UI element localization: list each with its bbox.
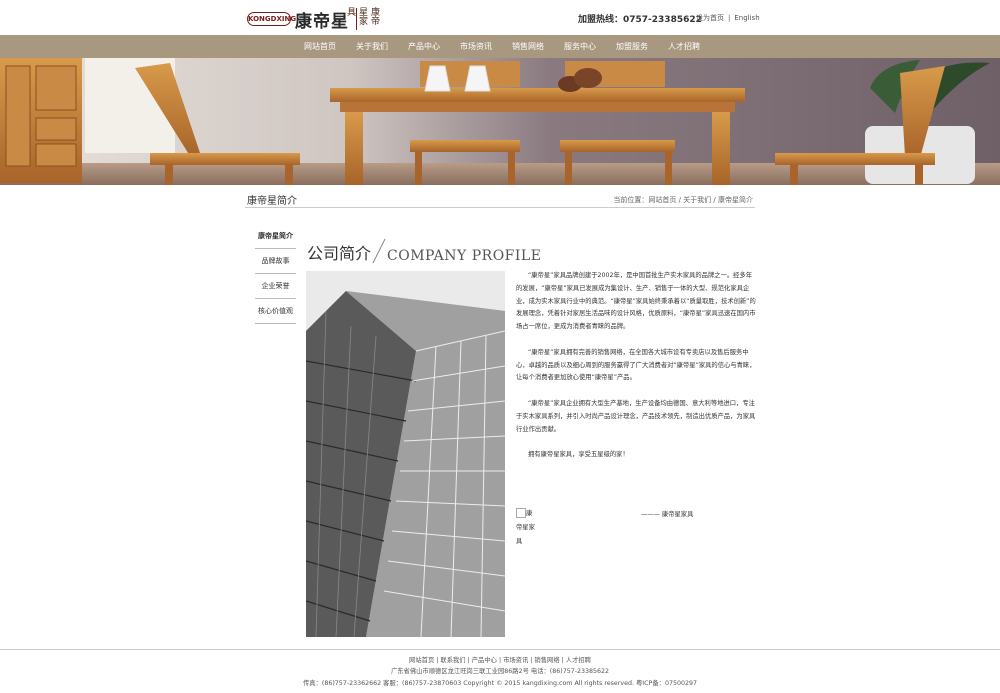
broken-image-icon bbox=[516, 508, 526, 518]
sidebar-item-company-intro[interactable]: 康帝星简介 bbox=[255, 224, 296, 249]
section-title: 康帝星简介 bbox=[247, 196, 297, 207]
heading-chinese: 公司简介 bbox=[307, 244, 372, 263]
sidebar-item-honors[interactable]: 企业荣誉 bbox=[255, 274, 296, 299]
broken-image-alt-3: 具 bbox=[516, 538, 523, 545]
main-nav: 网站首页 关于我们 产品中心 市场资讯 销售网络 服务中心 加盟服务 人才招聘 bbox=[0, 35, 1000, 58]
broken-image-alt-1: 康 bbox=[526, 510, 533, 517]
footer-link-contact[interactable]: 联系我们 bbox=[440, 657, 465, 664]
banner-image bbox=[0, 58, 1000, 185]
banner-dining-set-illustration bbox=[0, 58, 1000, 185]
footer-link-separator: | bbox=[530, 657, 533, 664]
footer-link-careers[interactable]: 人才招聘 bbox=[566, 657, 591, 664]
building-photo bbox=[306, 271, 505, 637]
sidebar-menu: 康帝星简介 品牌故事 企业荣誉 核心价值观 bbox=[255, 224, 296, 324]
top-links: 设为首页 | English bbox=[694, 13, 762, 23]
nav-item-service[interactable]: 服务中心 bbox=[554, 35, 606, 58]
site-header: KONGDXING 康帝星 康帝星家具 加盟热线：0757-23385622 设… bbox=[0, 0, 1000, 35]
breadcrumb[interactable]: 当前位置：网站首页 / 关于我们 / 康帝星简介 bbox=[613, 195, 753, 205]
nav-item-about[interactable]: 关于我们 bbox=[346, 35, 398, 58]
footer-link-home[interactable]: 网站首页 bbox=[409, 657, 434, 664]
footer-link-separator: | bbox=[561, 657, 564, 664]
logo-seal: 康帝星家具 bbox=[345, 7, 379, 25]
footer-link-news[interactable]: 市场资讯 bbox=[503, 657, 528, 664]
franchise-hotline: 加盟热线：0757-23385622 bbox=[578, 15, 702, 25]
english-link[interactable]: English bbox=[734, 14, 759, 22]
broken-image-alt-2: 帝星家 bbox=[516, 524, 535, 531]
section-header: 康帝星简介 当前位置：网站首页 / 关于我们 / 康帝星简介 bbox=[245, 188, 755, 208]
profile-paragraph-3: “康帝星”家具企业拥有大型生产基地，生产设备均由德国、意大利等地进口，专注于实木… bbox=[516, 399, 756, 433]
profile-paragraph-4: 拥有康帝星家具，享受五星级的家！ bbox=[528, 451, 629, 459]
company-profile-text: “康帝星”家具品牌创建于2002年，是中国首批生产实木家具的品牌之一。经多年的发… bbox=[516, 270, 756, 475]
nav-item-sales-network[interactable]: 销售网络 bbox=[502, 35, 554, 58]
site-logo[interactable]: KONGDXING 康帝星 康帝星家具 bbox=[247, 6, 380, 32]
nav-item-news[interactable]: 市场资讯 bbox=[450, 35, 502, 58]
sidebar-item-brand-story[interactable]: 品牌故事 bbox=[255, 249, 296, 274]
footer-link-separator: | bbox=[467, 657, 470, 664]
nav-item-home[interactable]: 网站首页 bbox=[294, 35, 346, 58]
heading-english: COMPANY PROFILE bbox=[387, 248, 542, 264]
broken-image-placeholder: 康 帝星家 具 bbox=[516, 507, 538, 549]
logo-text: 康帝星 bbox=[295, 11, 349, 32]
skyscraper-illustration bbox=[306, 271, 505, 637]
profile-paragraph-2: “康帝星”家具拥有完善的销售网络，在全国各大城市设有专卖店以及售后服务中心，卓越… bbox=[516, 348, 756, 382]
heading-slash-decoration bbox=[371, 238, 387, 264]
footer-link-separator: | bbox=[436, 657, 439, 664]
set-homepage-link[interactable]: 设为首页 bbox=[696, 14, 724, 22]
footer-address: 广东省佛山市顺德区龙江旺岗三联工业园86路2号 电话：(86)757-23385… bbox=[390, 668, 610, 675]
footer-copyright: 传真：(86)757-23362662 客服：(86)757-23870603 … bbox=[302, 680, 697, 687]
footer-link-sales-network[interactable]: 销售网络 bbox=[534, 657, 559, 664]
footer-link-products[interactable]: 产品中心 bbox=[472, 657, 497, 664]
nav-item-careers[interactable]: 人才招聘 bbox=[658, 35, 710, 58]
footer-links: 网站首页 | 联系我们 | 产品中心 | 市场资讯 | 销售网络 | 人才招聘 bbox=[0, 655, 1000, 664]
footer-link-separator: | bbox=[498, 657, 502, 664]
logo-mark: KONGDXING bbox=[247, 12, 296, 26]
page-heading: 公司简介 COMPANY PROFILE bbox=[307, 238, 541, 264]
signature: ——— 康帝星家具 bbox=[641, 511, 694, 518]
top-links-separator: | bbox=[728, 14, 731, 22]
nav-item-franchise[interactable]: 加盟服务 bbox=[606, 35, 658, 58]
profile-paragraph-1: “康帝星”家具品牌创建于2002年，是中国首批生产实木家具的品牌之一。经多年的发… bbox=[516, 272, 756, 331]
sidebar-item-core-values[interactable]: 核心价值观 bbox=[255, 299, 296, 324]
site-footer: 网站首页 | 联系我们 | 产品中心 | 市场资讯 | 销售网络 | 人才招聘 … bbox=[0, 649, 1000, 693]
nav-item-products[interactable]: 产品中心 bbox=[398, 35, 450, 58]
